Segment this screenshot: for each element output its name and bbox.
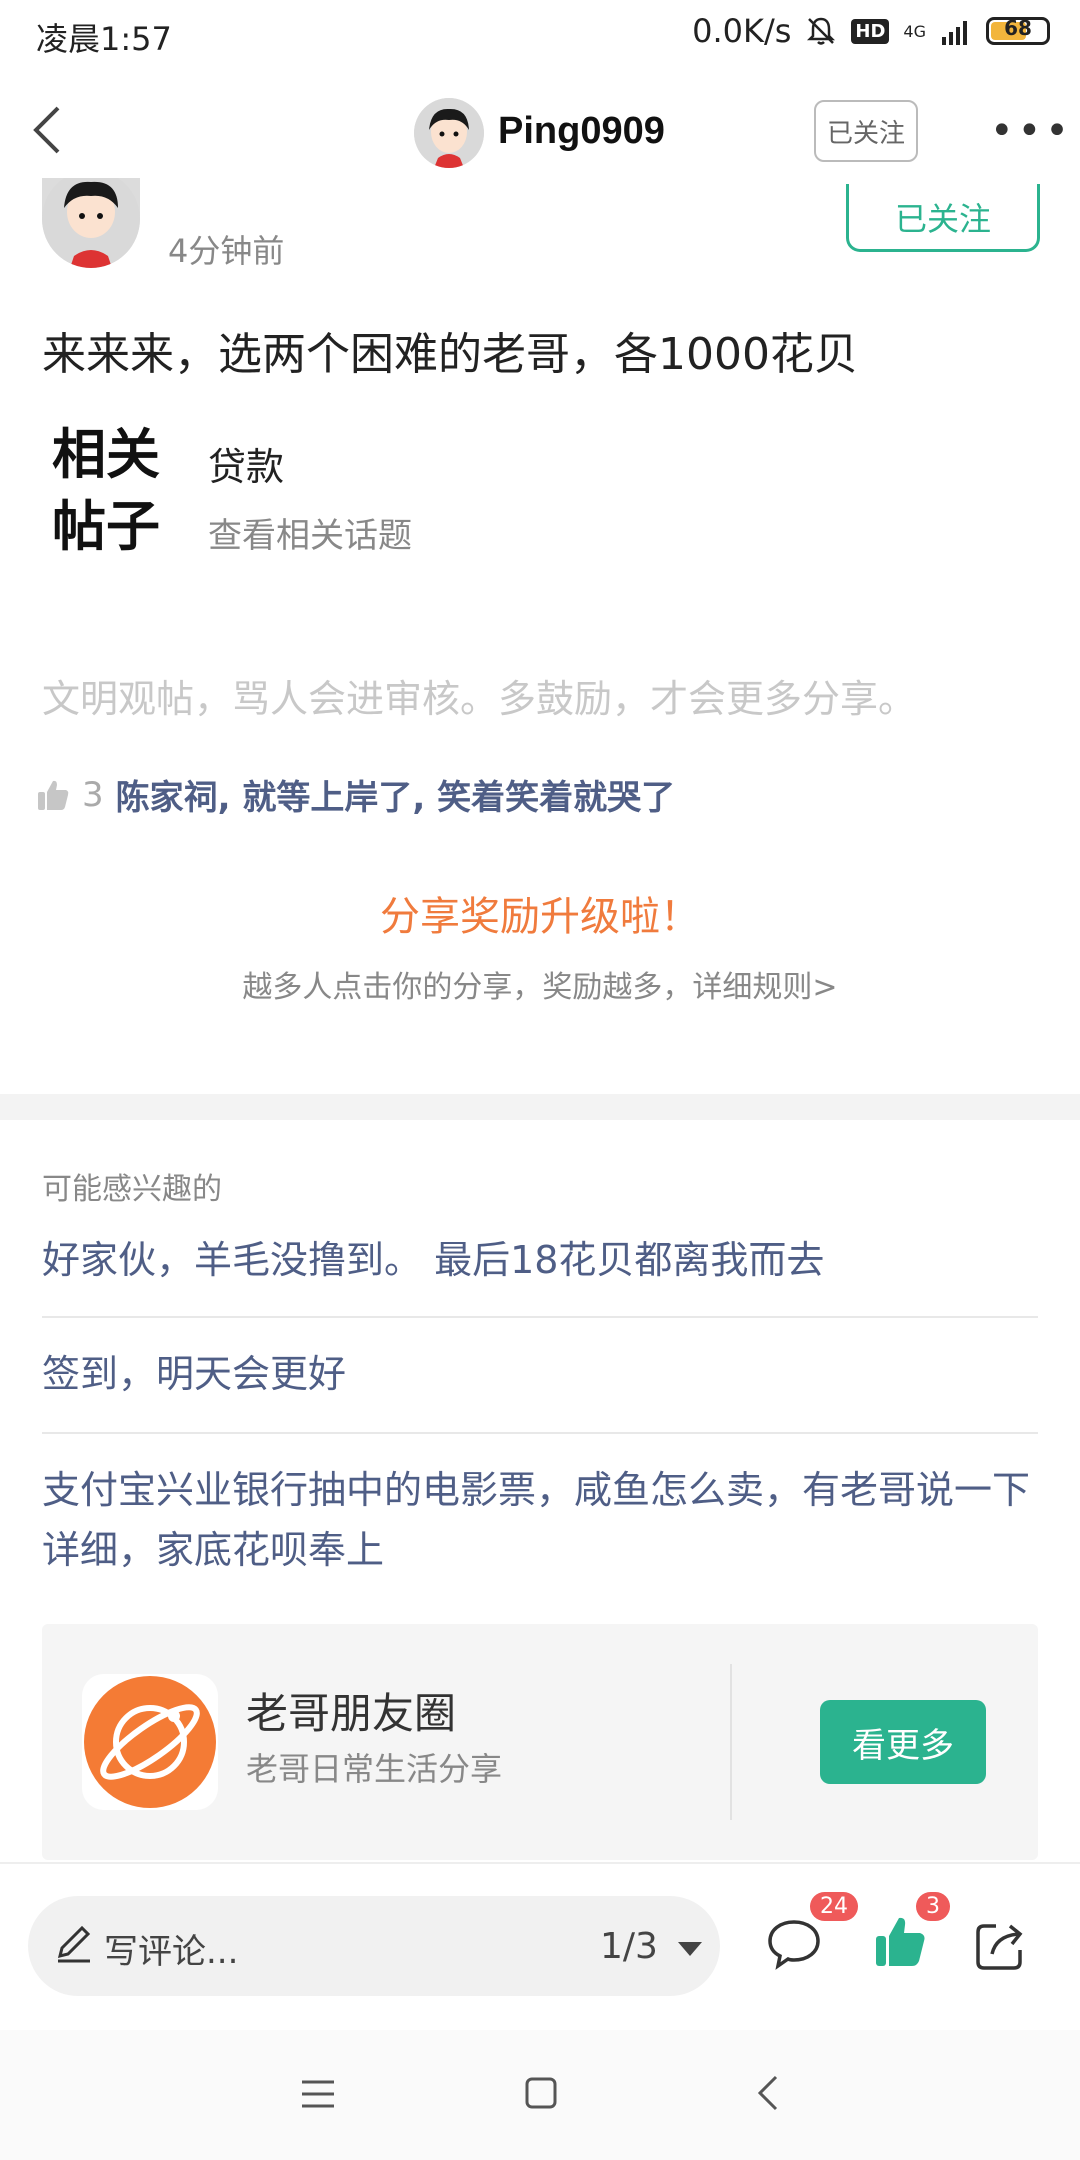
list-divider bbox=[42, 1432, 1038, 1434]
share-icon[interactable] bbox=[974, 1920, 1028, 1972]
follow-button[interactable]: 已关注 bbox=[814, 100, 918, 162]
section-divider bbox=[0, 1094, 1080, 1120]
menu-icon[interactable] bbox=[300, 2078, 336, 2110]
system-nav-bar bbox=[0, 2030, 1080, 2160]
status-bar: 凌晨1:57 0.0K/s HD 4G 68 bbox=[0, 0, 1080, 70]
recommend-item[interactable]: 支付宝兴业银行抽中的电影票，咸鱼怎么卖，有老哥说一下详细，家底花呗奉上 bbox=[42, 1460, 1038, 1580]
circle-logo bbox=[82, 1674, 218, 1810]
chevron-down-icon[interactable] bbox=[678, 1942, 702, 1956]
avatar-image bbox=[414, 98, 484, 168]
author-follow-button[interactable]: 已关注 bbox=[846, 184, 1040, 252]
see-more-button[interactable]: 看更多 bbox=[820, 1700, 986, 1784]
comment-bubble-icon bbox=[768, 1920, 820, 1970]
pencil-icon bbox=[57, 1925, 91, 1963]
related-posts-logo: 相关 帖子 bbox=[52, 418, 160, 562]
battery-level: 68 bbox=[1004, 16, 1032, 40]
comments-button[interactable]: 24 bbox=[766, 1892, 858, 1974]
related-topic-link[interactable]: 贷款 bbox=[208, 436, 284, 491]
comment-input[interactable]: 写评论... 1/3 bbox=[28, 1896, 720, 1996]
thumbs-up-icon bbox=[38, 780, 69, 810]
related-logo-line1: 相关 bbox=[52, 422, 160, 486]
page-title: Ping0909 bbox=[498, 110, 665, 152]
author-avatar-image bbox=[42, 178, 140, 268]
status-right: 0.0K/s HD 4G 68 bbox=[692, 12, 1050, 50]
post-content: 来来来，选两个困难的老哥，各1000花贝 bbox=[42, 329, 858, 380]
back-icon[interactable] bbox=[756, 2074, 780, 2112]
circle-description: 老哥日常生活分享 bbox=[246, 1750, 503, 1788]
recommend-heading: 可能感兴趣的 bbox=[42, 1172, 222, 1207]
related-logo-line2: 帖子 bbox=[52, 494, 160, 558]
hd-badge: HD bbox=[851, 18, 890, 44]
post-time: 4分钟前 bbox=[168, 232, 285, 270]
comment-placeholder: 写评论... bbox=[104, 1932, 239, 1972]
related-topic-sub[interactable]: 查看相关话题 bbox=[208, 508, 412, 557]
top-bar: Ping0909 已关注 ••• bbox=[0, 70, 1080, 190]
status-time: 凌晨1:57 bbox=[36, 20, 172, 58]
like-count: 3 bbox=[82, 774, 104, 815]
thumbs-up-filled-icon bbox=[876, 1917, 925, 1966]
planet-icon bbox=[84, 1676, 216, 1808]
like-button[interactable]: 3 bbox=[872, 1892, 950, 1974]
mute-icon bbox=[807, 17, 836, 45]
circle-name: 老哥朋友圈 bbox=[246, 1689, 457, 1738]
list-divider bbox=[42, 1316, 1038, 1318]
author-avatar[interactable] bbox=[42, 178, 140, 268]
battery-icon: 68 bbox=[986, 16, 1050, 45]
signal-icon bbox=[942, 21, 967, 45]
network-type: 4G bbox=[903, 21, 926, 41]
circle-card[interactable]: 老哥朋友圈 老哥日常生活分享 看更多 bbox=[42, 1624, 1038, 1860]
network-speed: 0.0K/s bbox=[692, 12, 792, 50]
civility-note: 文明观帖，骂人会进审核。多鼓励，才会更多分享。 bbox=[42, 677, 917, 721]
share-reward-rules-link[interactable]: 越多人点击你的分享，奖励越多，详细规则> bbox=[0, 962, 1080, 1006]
header-avatar[interactable] bbox=[414, 98, 484, 168]
card-divider bbox=[730, 1664, 732, 1820]
home-icon[interactable] bbox=[524, 2076, 558, 2110]
share-reward-title: 分享奖励升级啦！ bbox=[380, 894, 700, 940]
page-indicator[interactable]: 1/3 bbox=[600, 1926, 658, 1967]
more-options-icon[interactable]: ••• bbox=[990, 111, 1073, 151]
like-count-badge: 3 bbox=[916, 1892, 950, 1921]
recommend-item[interactable]: 签到，明天会更好 bbox=[42, 1344, 1038, 1404]
back-arrow-icon[interactable] bbox=[20, 100, 80, 160]
likes-line: 3 陈家祠, 就等上岸了, 笑着笑着就哭了 bbox=[36, 770, 675, 819]
recommend-item[interactable]: 好家伙，羊毛没撸到。 最后18花贝都离我而去 bbox=[42, 1230, 1038, 1290]
bottom-action-bar: 写评论... 1/3 24 3 bbox=[0, 1862, 1080, 2032]
likers-list[interactable]: 陈家祠, 就等上岸了, 笑着笑着就哭了 bbox=[116, 770, 676, 819]
comment-count-badge: 24 bbox=[810, 1892, 858, 1921]
